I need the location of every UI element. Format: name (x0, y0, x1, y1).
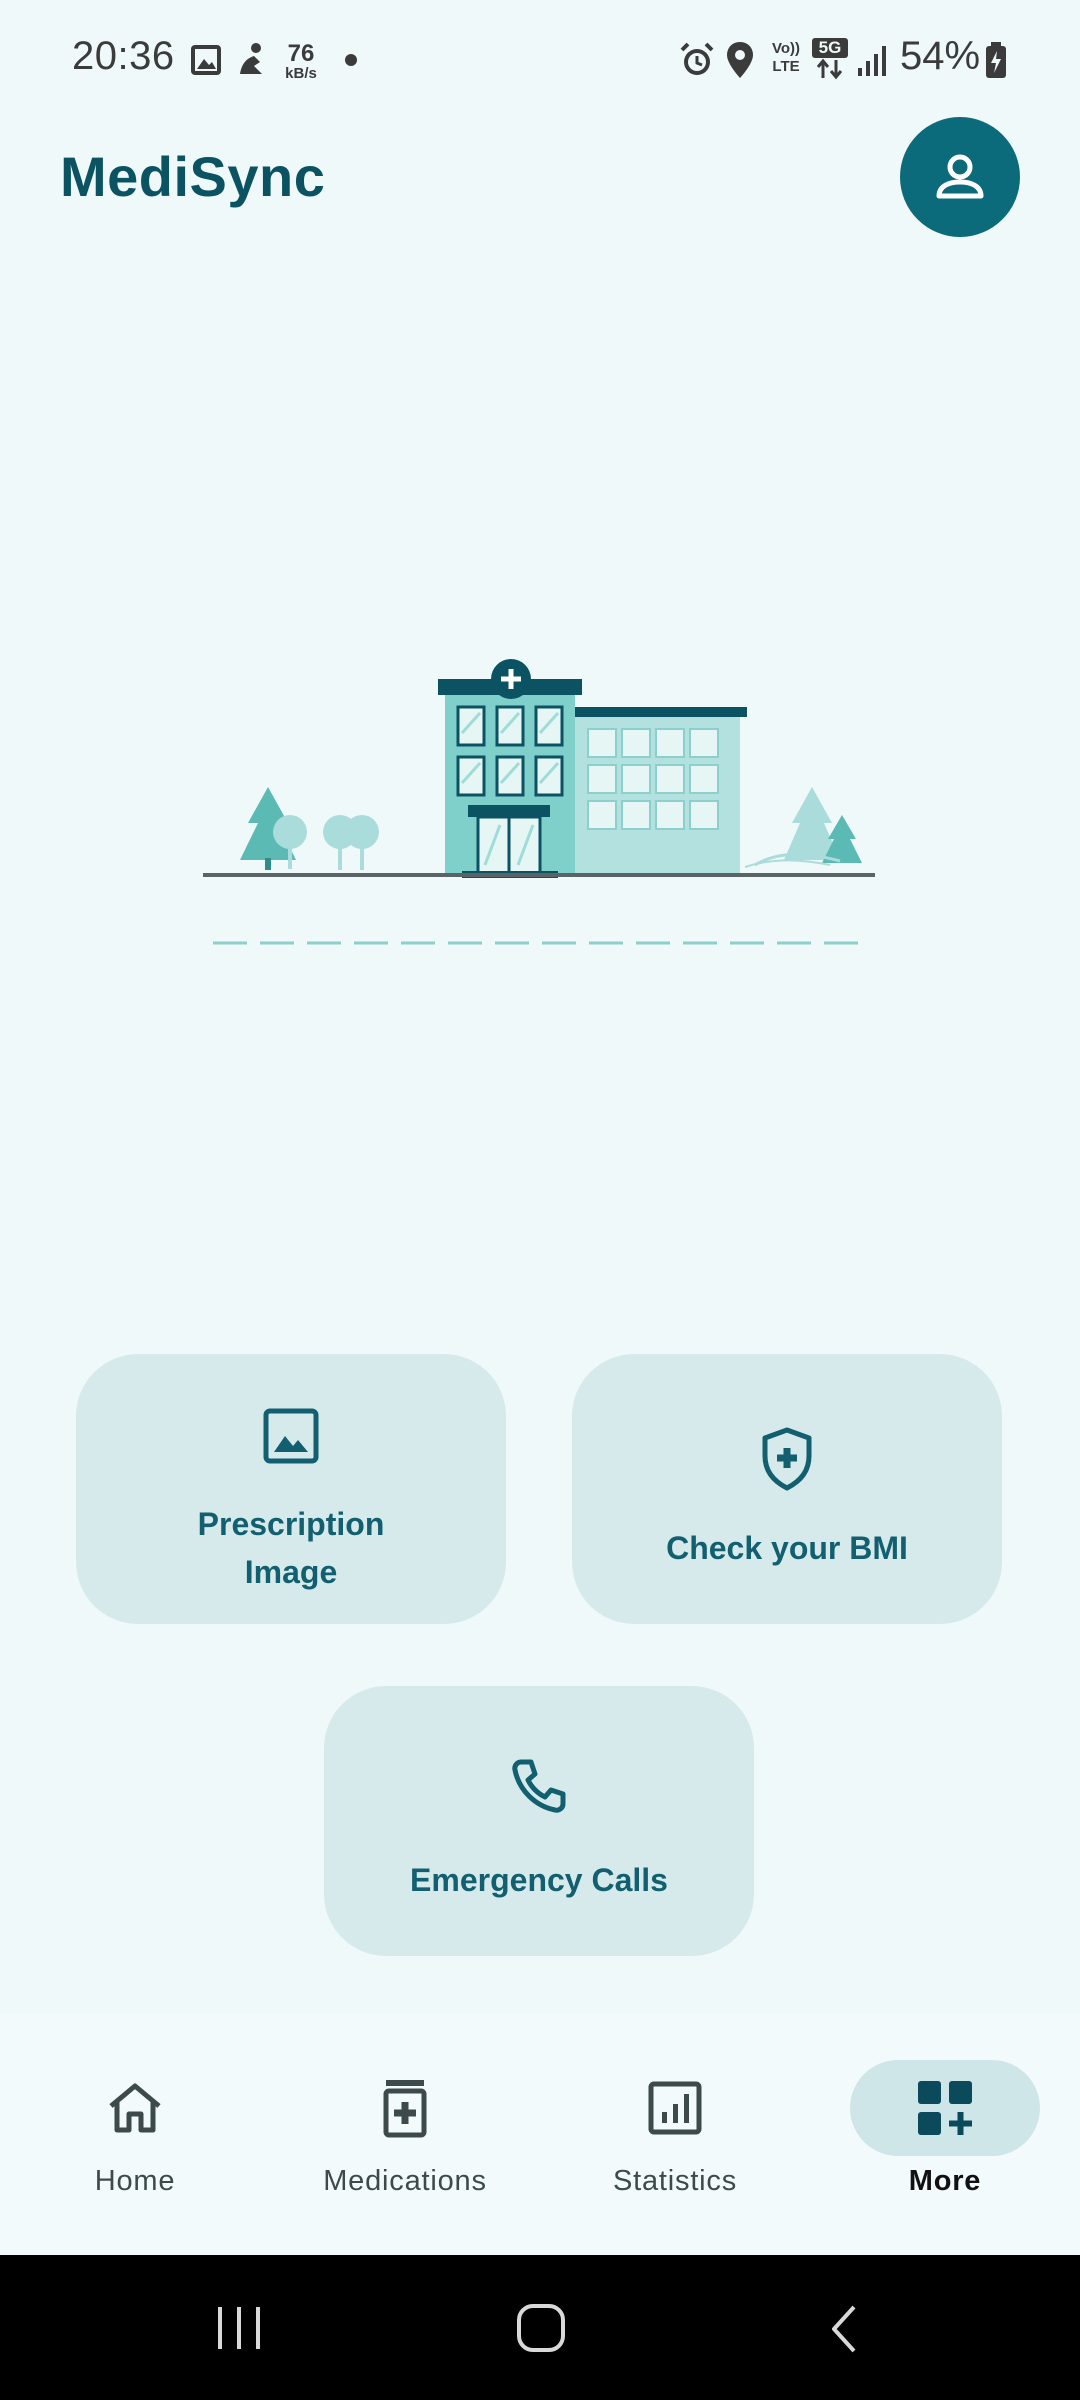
nav-label-statistics: Statistics (612, 2165, 738, 2197)
gallery-notification-icon (191, 45, 221, 75)
shield-plus-icon (762, 1427, 812, 1491)
volte-indicator: Vo)) LTE (771, 40, 801, 75)
activity-notification-icon (240, 43, 262, 74)
nav-label-more: More (908, 2165, 982, 2197)
check-bmi-card[interactable]: Check your BMI (572, 1354, 1002, 1624)
nav-more-icon-wrap (850, 2060, 1040, 2156)
status-bar: 20:36 76 kB/s Vo)) LTE 5G 54% (0, 0, 1080, 120)
prescription-label-line2: Image (244, 1554, 338, 1590)
prescription-image-card[interactable]: Prescription Image (76, 1354, 506, 1624)
nav-medications-icon-wrap (310, 2060, 500, 2156)
signal-icon (858, 46, 886, 76)
bottom-navigation: Home Medications Statistics More (0, 2015, 1080, 2255)
nav-label-home: Home (94, 2165, 176, 2197)
prescription-image-label: Prescription Image (76, 1500, 506, 1596)
recent-apps-icon[interactable] (214, 2305, 264, 2351)
battery-percentage: 54% (900, 34, 981, 78)
alarm-icon (680, 42, 714, 75)
network-type: 5G (812, 38, 848, 85)
system-navigation-bar (0, 2255, 1080, 2400)
nav-home-icon-wrap (40, 2060, 230, 2156)
network-speed-unit: kB/s (285, 65, 317, 82)
status-time: 20:36 (72, 34, 175, 78)
location-icon (727, 42, 753, 78)
nav-item-statistics[interactable]: Statistics (540, 2015, 810, 2255)
nav-statistics-icon-wrap (580, 2060, 770, 2156)
battery-charging-icon (986, 42, 1006, 78)
nav-item-medications[interactable]: Medications (270, 2015, 540, 2255)
home-button-icon[interactable] (516, 2303, 566, 2353)
network-type-label: 5G (812, 38, 848, 58)
nav-item-more[interactable]: More (810, 2015, 1080, 2255)
phone-icon (512, 1759, 566, 1813)
emergency-calls-label: Emergency Calls (410, 1862, 668, 1898)
profile-button[interactable] (900, 117, 1020, 237)
statistics-icon (648, 2081, 702, 2135)
nav-label-medications: Medications (323, 2165, 487, 2197)
back-icon[interactable] (826, 2303, 860, 2355)
check-bmi-label: Check your BMI (666, 1530, 908, 1566)
person-icon (936, 154, 984, 199)
hospital-illustration (203, 659, 875, 945)
prescription-label-line1: Prescription (197, 1506, 385, 1542)
network-speed: 76 kB/s (283, 42, 319, 82)
network-speed-value: 76 (287, 40, 315, 67)
home-icon (109, 2083, 161, 2133)
notification-dot-icon (345, 54, 357, 66)
medication-icon (383, 2080, 427, 2138)
emergency-calls-card[interactable]: Emergency Calls (324, 1686, 754, 1956)
nav-item-home[interactable]: Home (0, 2015, 270, 2255)
more-icon (918, 2081, 972, 2135)
image-icon (263, 1408, 319, 1464)
data-arrows-icon (816, 58, 843, 80)
app-title: MediSync (60, 145, 326, 208)
